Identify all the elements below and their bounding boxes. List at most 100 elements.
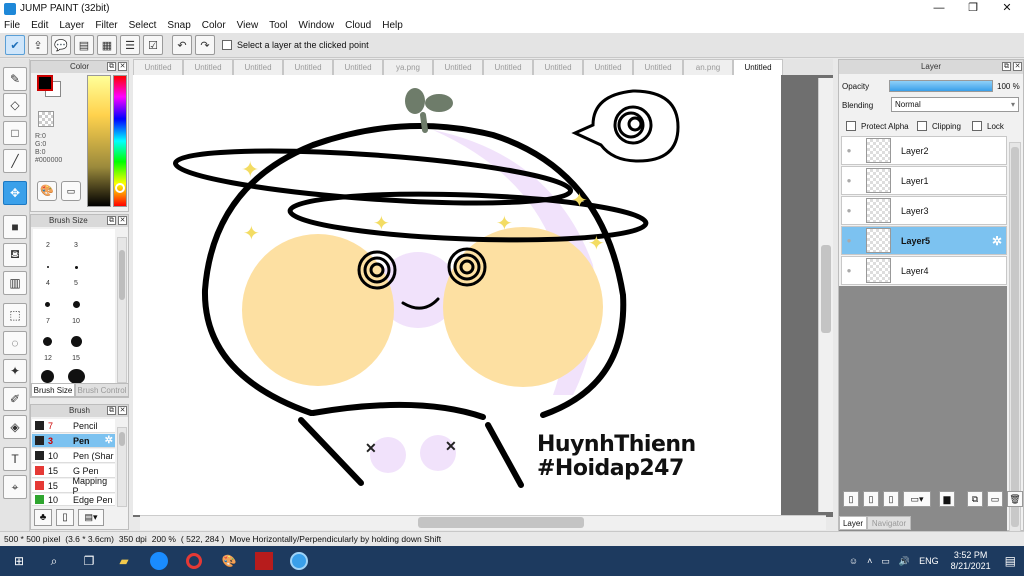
size-label[interactable]: 3: [61, 242, 91, 249]
lasso-tool-icon[interactable]: ◌: [3, 331, 27, 355]
size-label[interactable]: 7: [33, 318, 63, 325]
hue-cursor[interactable]: [115, 183, 125, 193]
clock[interactable]: 3:52 PM 8/21/2021: [951, 550, 991, 572]
tab-layer[interactable]: Layer: [839, 516, 867, 530]
tab-document[interactable]: Untitled: [483, 59, 533, 75]
brush-settings-icon[interactable]: ✲: [105, 435, 113, 446]
menu-layer[interactable]: Layer: [59, 20, 84, 31]
checklist-icon[interactable]: ☑: [143, 35, 163, 55]
people-icon[interactable]: ☺: [849, 556, 858, 566]
select-layer-checkbox[interactable]: [222, 40, 232, 50]
panel-close-icon[interactable]: ✕: [118, 216, 127, 225]
layer-list-scrollbar[interactable]: [1009, 142, 1021, 542]
select-pen-tool-icon[interactable]: ✐: [3, 387, 27, 411]
panel-float-icon[interactable]: ⧉: [107, 62, 116, 71]
redo-icon[interactable]: ↷: [195, 35, 215, 55]
panel-close-icon[interactable]: ✕: [118, 406, 127, 415]
delete-layer-icon[interactable]: 🗑: [1007, 491, 1023, 507]
tab-document[interactable]: Untitled: [133, 59, 183, 75]
rect-select-tool-icon[interactable]: ⬚: [3, 303, 27, 327]
size-dot[interactable]: [68, 369, 85, 384]
color-mix-icon[interactable]: ▭: [61, 181, 81, 201]
line-tool-icon[interactable]: ╱: [3, 149, 27, 173]
search-icon[interactable]: ⌕: [41, 550, 67, 572]
lock-checkbox[interactable]: [972, 121, 982, 131]
network-icon[interactable]: ▭: [881, 556, 890, 567]
menu-help[interactable]: Help: [382, 20, 403, 31]
tab-document[interactable]: Untitled: [283, 59, 333, 75]
duplicate-layer-icon[interactable]: ⧉: [967, 491, 983, 507]
chevron-up-icon[interactable]: ˄: [867, 556, 872, 566]
layer-settings-icon[interactable]: ✲: [992, 234, 1002, 248]
select-layer-option[interactable]: Select a layer at the clicked point: [222, 40, 369, 50]
new-layer-8bit-icon[interactable]: ▯: [863, 491, 879, 507]
file-explorer-icon[interactable]: ▰: [111, 550, 137, 572]
folder-icon[interactable]: ▆: [939, 491, 955, 507]
select-eraser-tool-icon[interactable]: ◈: [3, 415, 27, 439]
layer-row-selected[interactable]: ● Layer5 ✲: [841, 226, 1007, 255]
size-dot[interactable]: [41, 370, 54, 383]
menu-window[interactable]: Window: [299, 20, 335, 31]
move-tool-icon[interactable]: ✥: [3, 181, 27, 205]
message-icon[interactable]: ▤: [74, 35, 94, 55]
layer-type-menu-icon[interactable]: ▭▾: [903, 491, 931, 507]
brush-item-pencil[interactable]: 7 Pencil: [32, 419, 115, 433]
game-app-icon[interactable]: [251, 550, 277, 572]
tab-document[interactable]: an.png: [683, 59, 733, 75]
size-label[interactable]: 10: [61, 318, 91, 325]
document-icon[interactable]: ▦: [97, 35, 117, 55]
panel-float-icon[interactable]: ⧉: [107, 406, 116, 415]
main-color-swatch[interactable]: [37, 75, 53, 91]
opera-icon[interactable]: [181, 550, 207, 572]
task-view-icon[interactable]: ❐: [76, 550, 102, 572]
rectangle-tool-icon[interactable]: □: [3, 121, 27, 145]
menu-view[interactable]: View: [237, 20, 259, 31]
text-tool-icon[interactable]: T: [3, 447, 27, 471]
bucket-tool-icon[interactable]: ⛾: [3, 243, 27, 267]
brush-add-icon[interactable]: ♣: [34, 509, 52, 526]
layer-row[interactable]: ● Layer1: [841, 166, 1007, 195]
volume-icon[interactable]: 🔊: [899, 556, 910, 567]
size-label[interactable]: 12: [33, 355, 63, 362]
size-dot[interactable]: [47, 266, 49, 268]
clipping-option[interactable]: Clipping: [917, 121, 961, 131]
menu-tool[interactable]: Tool: [269, 20, 287, 31]
menu-cloud[interactable]: Cloud: [345, 20, 371, 31]
visibility-icon[interactable]: ●: [842, 266, 856, 275]
windows-start-icon[interactable]: ⊞: [6, 550, 32, 572]
panel-close-icon[interactable]: ✕: [1013, 62, 1022, 71]
tab-navigator[interactable]: Navigator: [867, 516, 911, 530]
panel-float-icon[interactable]: ⧉: [107, 216, 116, 225]
color-value-slider[interactable]: [87, 75, 111, 207]
canvas-vertical-scroll-thumb[interactable]: [821, 245, 831, 333]
size-label[interactable]: 2: [33, 242, 63, 249]
brush-item-pen[interactable]: 3 Pen ✲: [32, 434, 115, 448]
tab-document[interactable]: Untitled: [633, 59, 683, 75]
check-icon[interactable]: ✔: [5, 35, 25, 55]
menu-file[interactable]: File: [4, 20, 20, 31]
list-icon[interactable]: ☰: [120, 35, 140, 55]
tab-document-active[interactable]: Untitled: [733, 59, 783, 75]
tab-document[interactable]: Untitled: [333, 59, 383, 75]
clipping-checkbox[interactable]: [917, 121, 927, 131]
tab-document[interactable]: Untitled: [183, 59, 233, 75]
palette-icon[interactable]: 🎨: [37, 181, 57, 201]
tab-document[interactable]: ya.png: [383, 59, 433, 75]
eyedropper-tool-icon[interactable]: ⌖: [3, 475, 27, 499]
layer-row[interactable]: ● Layer4: [841, 256, 1007, 285]
visibility-icon[interactable]: ●: [842, 206, 856, 215]
size-label[interactable]: 5: [61, 280, 91, 287]
size-dot[interactable]: [73, 301, 80, 308]
brush-new-icon[interactable]: ▯: [56, 509, 74, 526]
input-language[interactable]: ENG: [919, 556, 939, 566]
canvas-horizontal-scroll-thumb[interactable]: [418, 517, 584, 528]
visibility-icon[interactable]: ●: [842, 176, 856, 185]
panel-float-icon[interactable]: ⧉: [1002, 62, 1011, 71]
export-icon[interactable]: ⇪: [28, 35, 48, 55]
menu-color[interactable]: Color: [202, 20, 226, 31]
visibility-icon[interactable]: ●: [842, 146, 856, 155]
tab-document[interactable]: Untitled: [583, 59, 633, 75]
menu-snap[interactable]: Snap: [167, 20, 190, 31]
maximize-button[interactable]: ❐: [956, 0, 990, 17]
fill-rect-tool-icon[interactable]: ■: [3, 215, 27, 239]
